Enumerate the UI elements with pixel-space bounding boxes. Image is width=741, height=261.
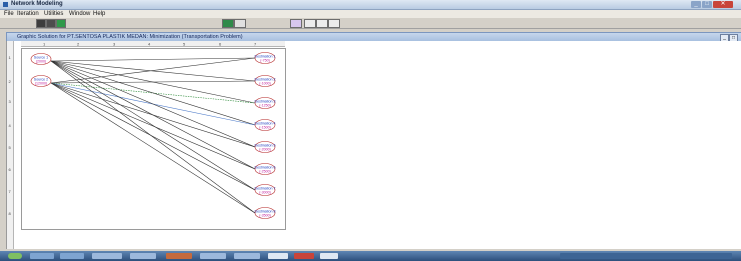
ruler-tick-label: 1: [43, 42, 46, 47]
ruler-tick-label: 2: [9, 79, 12, 84]
taskbar-app-active[interactable]: [320, 253, 338, 259]
taskbar-app[interactable]: [200, 253, 226, 259]
source-node-value: (2000): [36, 60, 46, 64]
system-tray: [560, 253, 732, 259]
network-icon[interactable]: [56, 19, 66, 28]
ruler-tick-label: 4: [148, 42, 151, 47]
help-icon[interactable]: [328, 19, 340, 28]
graph-workspace: 1 2 3 4 5 6 7 1 2 3 4 5 6 7 8 Source 1 (2000) Source 2 (12…: [6, 41, 741, 249]
ruler-tick-label: 5: [183, 42, 186, 47]
taskbar-app[interactable]: [294, 253, 314, 259]
menu-file[interactable]: File: [4, 10, 14, 18]
destination-node-value: (-3500): [259, 214, 271, 218]
window-title: Network Modeling: [11, 1, 63, 7]
save-icon[interactable]: [36, 19, 46, 28]
destination-node-value: (-3000): [259, 191, 271, 195]
arc-source2: [50, 82, 256, 191]
menu-window[interactable]: Window: [69, 10, 90, 18]
arc-source1: [50, 60, 256, 104]
taskbar-app[interactable]: [92, 253, 122, 259]
arc-source1: [50, 60, 256, 214]
ruler-tick-label: 5: [9, 145, 12, 150]
app-icon: [3, 2, 8, 7]
ruler-tick-label: 3: [9, 99, 12, 104]
child-window-title: Graphic Solution for PT.SENTOSA PLASTIK …: [17, 34, 243, 40]
arc-source1: [50, 60, 256, 191]
ruler-tick-label: 1: [9, 55, 12, 60]
destination-node-value: (-1250): [259, 104, 271, 108]
destination-node-value: (-1000): [259, 82, 271, 86]
arc-source1: [50, 57, 256, 62]
destination-node-value: (-1500): [259, 126, 271, 130]
arc-source1: [50, 60, 256, 170]
ruler-tick-label: 2: [77, 42, 80, 47]
destination-node-value: (-2500): [259, 170, 271, 174]
taskbar-app[interactable]: [268, 253, 288, 259]
table-icon[interactable]: [304, 19, 316, 28]
start-button[interactable]: [8, 253, 22, 259]
chart-icon[interactable]: [290, 19, 302, 28]
close-icon[interactable]: ✕: [713, 1, 733, 8]
menu-utilities[interactable]: Utilities: [44, 10, 63, 18]
ruler-tick-label: 8: [9, 211, 12, 216]
taskbar-app[interactable]: [60, 253, 84, 259]
arc-source1: [50, 60, 256, 148]
taskbar-app[interactable]: [30, 253, 54, 259]
solve-icon[interactable]: [222, 19, 234, 28]
menu-bar: File Iteration Utilities Window Help: [0, 10, 741, 18]
destination-node-value: (-2000): [259, 148, 271, 152]
ruler-tick-label: 7: [254, 42, 257, 47]
source-node-value: (12000): [35, 82, 47, 86]
graph-icon[interactable]: [234, 19, 246, 28]
ruler-tick-label: 4: [9, 123, 12, 128]
window-titlebar: Network Modeling _ □ ✕: [0, 0, 741, 10]
maximize-icon[interactable]: □: [702, 1, 712, 8]
ruler-tick-label: 7: [9, 189, 12, 194]
arc-source2: [50, 82, 256, 170]
destination-node-value: (-750): [260, 59, 270, 63]
minimize-icon[interactable]: _: [691, 1, 701, 8]
menu-iteration[interactable]: Iteration: [17, 10, 39, 18]
menu-help[interactable]: Help: [93, 10, 105, 18]
ruler-tick-label: 3: [113, 42, 116, 47]
network-graph: 1 2 3 4 5 6 712345678Source 1(2000)Source 2(12…: [9, 42, 275, 219]
ruler-tick-label: 6: [9, 167, 12, 172]
taskbar-app[interactable]: [166, 253, 192, 259]
calculator-icon[interactable]: [316, 19, 328, 28]
print-icon[interactable]: [46, 19, 56, 28]
taskbar-app[interactable]: [234, 253, 260, 259]
taskbar-app[interactable]: [130, 253, 156, 259]
ruler-tick-label: 6: [219, 42, 222, 47]
toolbar: [0, 18, 741, 29]
arc-source1: [50, 60, 256, 82]
arc-source2: [50, 82, 256, 214]
taskbar: [0, 251, 741, 261]
